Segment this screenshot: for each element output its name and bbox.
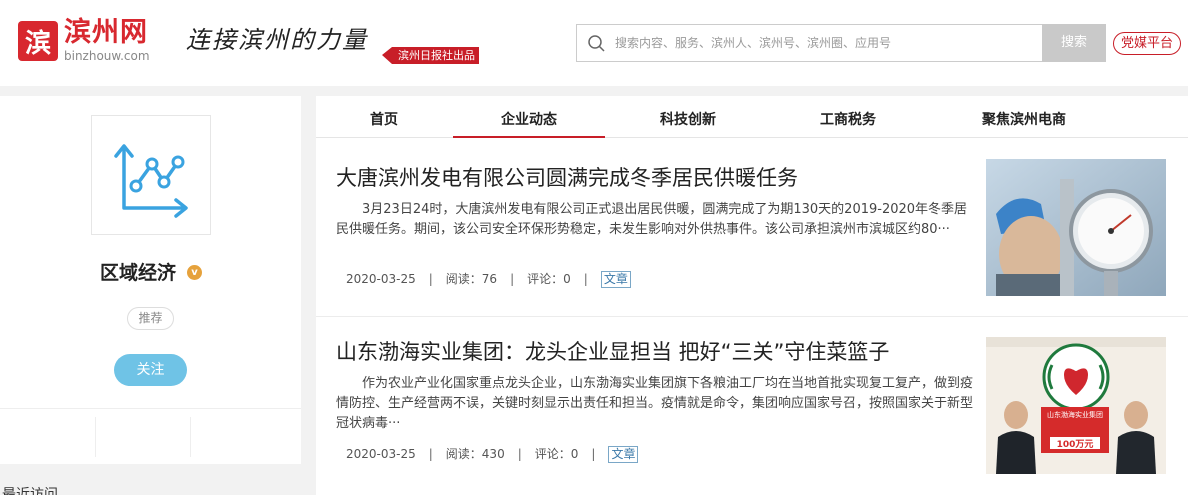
logo-domain: binzhouw.com <box>64 49 150 63</box>
recent-visits-title: 最近访问 <box>2 487 58 495</box>
publisher-tag-arrow <box>382 47 392 64</box>
donation-amount-text: 100万元 <box>1057 439 1094 450</box>
stat-cell <box>96 409 192 465</box>
publisher-tag: 滨州日报社出品 <box>392 47 479 64</box>
search-box <box>576 24 1042 62</box>
channel-name: 区域经济 <box>100 262 177 284</box>
donation-board-text: 山东渤海实业集团 <box>1047 410 1103 419</box>
article-summary: 3月23日24时，大唐滨州发电有限公司正式退出居民供暖，圆满完成了为期130天的… <box>336 202 968 237</box>
comment-count[interactable]: 评论：0 <box>535 445 579 463</box>
tab-business-tax[interactable]: 工商税务 <box>788 96 908 138</box>
comment-count[interactable]: 评论：0 <box>527 270 571 288</box>
search-button[interactable]: 搜索 <box>1042 24 1106 62</box>
follow-button[interactable]: 关注 <box>114 354 187 386</box>
stat-cell <box>0 409 96 465</box>
read-count: 阅读：430 <box>445 447 505 461</box>
line-chart-icon <box>114 144 188 218</box>
article-meta: 2020-03-25 | 阅读：430 | 评论：0 | 文章 <box>346 445 639 463</box>
divider <box>316 316 1188 317</box>
article-summary: 作为农业产业化国家重点龙头企业，山东渤海实业集团旗下各粮油工厂均在当地首批实现复… <box>336 376 974 431</box>
tab-tech-innovation[interactable]: 科技创新 <box>628 96 748 138</box>
slogan: 连接滨州的力量 <box>186 26 368 54</box>
main-content: 首页 企业动态 科技创新 工商税务 聚焦滨州电商 大唐滨州发电有限公司圆满完成冬… <box>316 96 1188 495</box>
divider: | <box>517 447 522 461</box>
divider: | <box>428 272 433 286</box>
divider: | <box>428 447 433 461</box>
article-type-badge: 文章 <box>600 271 631 288</box>
tab-company-news[interactable]: 企业动态 <box>453 96 605 138</box>
party-media-button[interactable]: 党媒平台 <box>1113 32 1181 55</box>
logo-icon[interactable]: 滨 <box>18 21 58 61</box>
article-type-badge: 文章 <box>608 446 639 463</box>
search-icon <box>588 35 605 52</box>
read-count: 阅读：76 <box>445 272 498 286</box>
pressure-gauge-photo <box>986 159 1166 296</box>
logo-text[interactable]: 滨州网 <box>64 17 148 49</box>
article-date: 2020-03-25 <box>346 447 416 461</box>
verified-icon: v <box>187 265 202 280</box>
stat-cell <box>191 409 287 465</box>
divider: | <box>510 272 515 286</box>
tab-binzhou-ecommerce[interactable]: 聚焦滨州电商 <box>964 96 1084 138</box>
recommend-tag[interactable]: 推荐 <box>127 307 174 330</box>
tab-bar: 首页 企业动态 科技创新 工商税务 聚焦滨州电商 <box>316 96 1188 138</box>
divider: | <box>591 447 596 461</box>
article-date: 2020-03-25 <box>346 272 416 286</box>
article-thumbnail[interactable] <box>986 159 1166 296</box>
channel-sidebar: 区域经济 v 推荐 关注 <box>0 96 301 464</box>
channel-avatar <box>91 115 211 235</box>
site-header: 滨 滨州网 binzhouw.com 连接滨州的力量 滨州日报社出品 搜索 党媒… <box>0 0 1188 86</box>
tab-home[interactable]: 首页 <box>344 96 424 138</box>
article-title[interactable]: 大唐滨州发电有限公司圆满完成冬季居民供暖任务 <box>336 163 798 193</box>
donation-photo: 山东渤海实业集团 100万元 <box>986 337 1166 474</box>
article-meta: 2020-03-25 | 阅读：76 | 评论：0 | 文章 <box>346 270 631 288</box>
search-input[interactable] <box>615 25 1035 61</box>
article-title[interactable]: 山东渤海实业集团：龙头企业显担当 把好“三关”守住菜篮子 <box>336 337 889 367</box>
article-thumbnail[interactable]: 山东渤海实业集团 100万元 <box>986 337 1166 474</box>
stats-row <box>0 408 301 464</box>
divider: | <box>583 272 588 286</box>
